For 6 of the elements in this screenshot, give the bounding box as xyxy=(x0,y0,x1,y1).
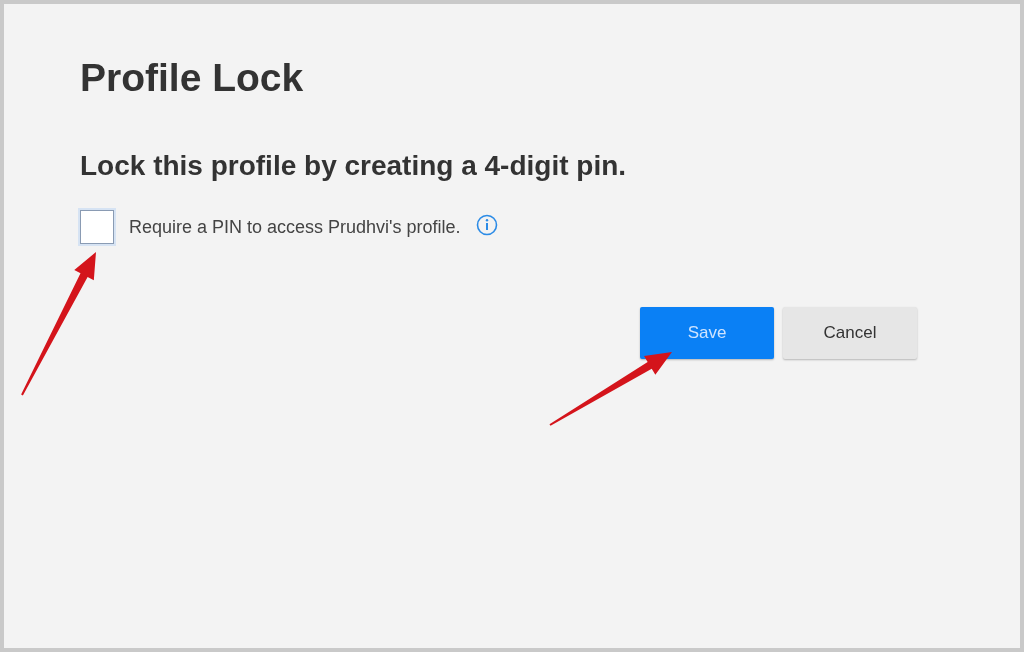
section-heading: Lock this profile by creating a 4-digit pin. xyxy=(80,150,628,182)
page-title: Profile Lock xyxy=(80,56,305,100)
cancel-button[interactable]: Cancel xyxy=(783,307,917,359)
info-icon[interactable] xyxy=(475,214,498,236)
checkbox[interactable] xyxy=(80,210,114,244)
checkbox-label: Require a PIN to access Prudhvi's profile. xyxy=(129,216,461,238)
